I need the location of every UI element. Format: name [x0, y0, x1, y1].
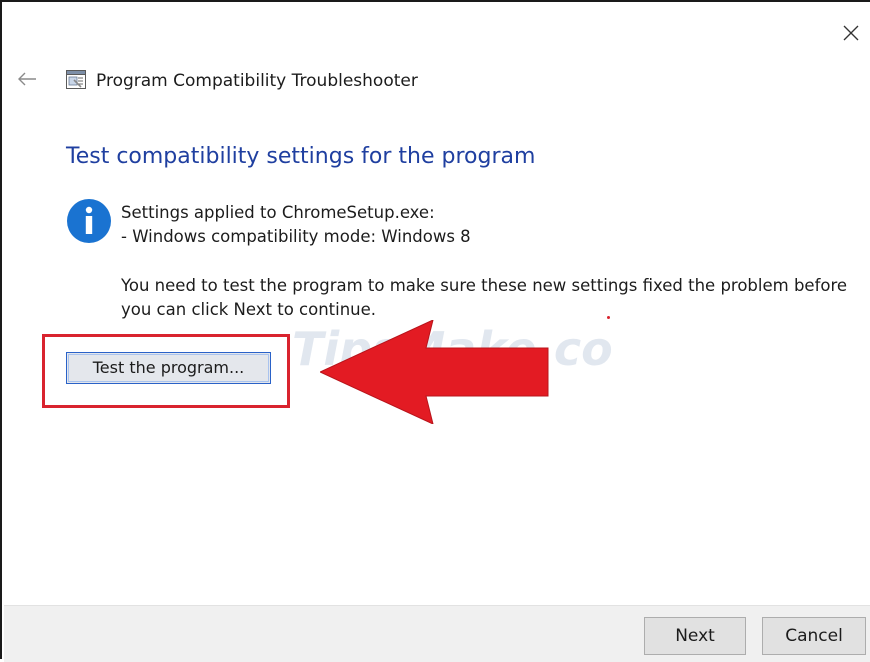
cancel-button[interactable]: Cancel: [762, 617, 866, 655]
window-title: Program Compatibility Troubleshooter: [96, 71, 418, 91]
troubleshooter-icon: [66, 70, 86, 89]
red-dot-marker: [607, 316, 610, 319]
red-arrow-annotation: [318, 319, 552, 425]
back-button[interactable]: [16, 68, 38, 90]
instruction-text-line1: You need to test the program to make sur…: [121, 276, 848, 295]
test-program-button[interactable]: Test the program...: [66, 352, 271, 384]
close-button[interactable]: [840, 22, 862, 44]
next-button[interactable]: Next: [644, 617, 746, 655]
settings-applied-text: Settings applied to ChromeSetup.exe:: [121, 203, 435, 222]
back-arrow-icon: [18, 72, 36, 86]
info-icon: [66, 198, 112, 244]
troubleshooter-window: Program Compatibility Troubleshooter Tes…: [0, 0, 870, 662]
instruction-text-line2: you can click Next to continue.: [121, 300, 377, 319]
compatibility-mode-text: - Windows compatibility mode: Windows 8: [121, 227, 471, 246]
close-icon: [843, 25, 859, 41]
page-title: Test compatibility settings for the prog…: [66, 144, 536, 169]
